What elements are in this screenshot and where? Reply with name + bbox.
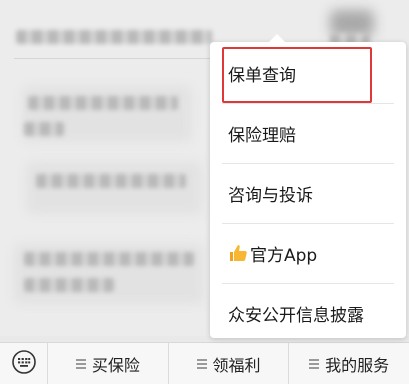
blurred-text [24,252,194,266]
tab-label: 买保险 [91,355,140,375]
menu-lines-icon [196,358,207,369]
tab-label: 领福利 [212,355,261,375]
popup-caret [268,34,286,43]
menu-item-consult-complaint[interactable]: 咨询与投诉 [210,164,406,223]
blurred-text [24,278,114,292]
menu-lines-icon [309,358,320,369]
tab-buy-insurance[interactable]: 买保险 [48,342,169,384]
avatar [330,10,374,36]
menu-item-policy-query[interactable]: 保单查询 [210,44,406,103]
menu-item-label: 众安公开信息披露 [228,306,364,326]
menu-item-public-disclosure[interactable]: 众安公开信息披露 [210,284,406,343]
tab-get-benefits[interactable]: 领福利 [169,342,290,384]
bottom-menu-bar: 买保险 领福利 我的服务 [0,342,409,384]
blurred-text [24,122,64,136]
blurred-text [36,174,186,188]
blurred-text [16,30,212,44]
menu-lines-icon [75,358,86,369]
tab-my-services[interactable]: 我的服务 [289,343,409,384]
divider [14,58,214,59]
menu-item-label: 官方App [250,246,318,266]
keyboard-icon [11,349,37,379]
menu-item-label: 保单查询 [228,66,296,86]
tab-label: 我的服务 [325,355,390,375]
menu-item-label: 咨询与投诉 [228,186,313,206]
menu-item-label: 保险理赔 [228,126,296,146]
popup-menu: 保单查询 保险理赔 咨询与投诉 官方App 众安公开信息披露 [210,42,406,338]
menu-item-insurance-claim[interactable]: 保险理赔 [210,104,406,163]
menu-item-official-app[interactable]: 官方App [210,224,406,283]
blurred-text [28,96,178,110]
thumbs-up-icon [228,243,248,263]
keyboard-toggle-button[interactable] [0,342,48,384]
message-bubble [26,162,202,214]
